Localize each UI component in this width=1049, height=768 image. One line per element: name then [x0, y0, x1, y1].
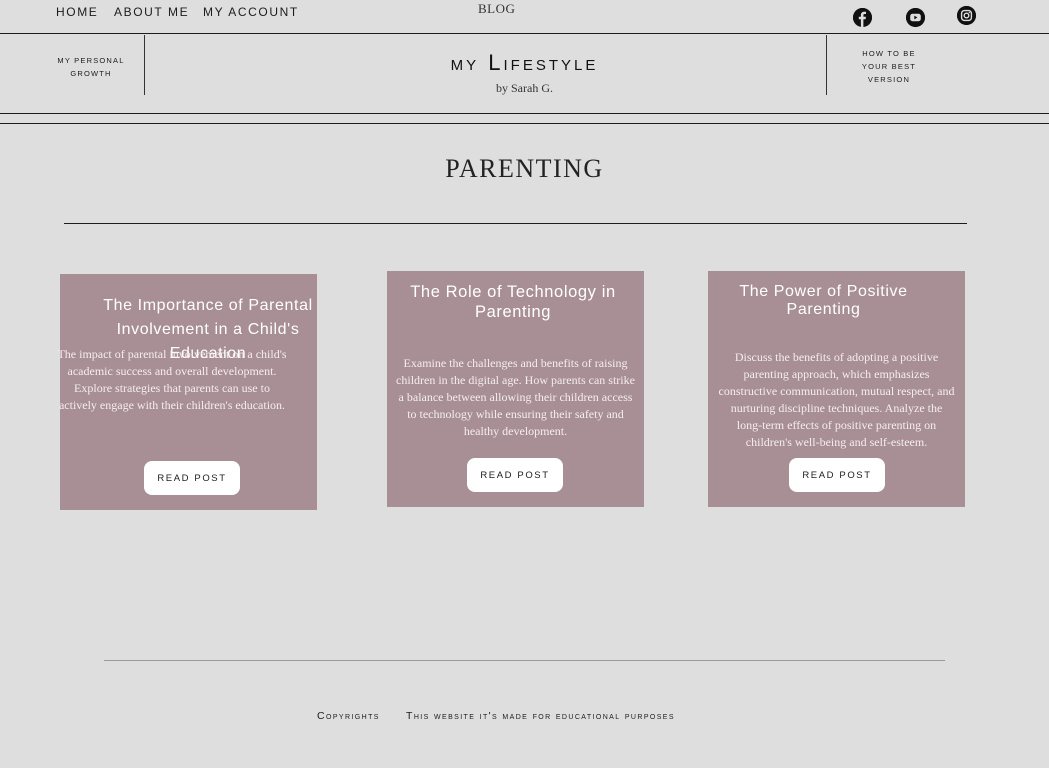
- site-title: my Lifestyle: [450, 50, 599, 75]
- post-card-3-description: Discuss the benefits of adopting a posit…: [718, 350, 955, 449]
- site-subtitle: by Sarah G.: [496, 81, 553, 95]
- footer-divider: [104, 660, 945, 661]
- read-post-button-3[interactable]: READ POST: [789, 458, 885, 492]
- post-card-1: The Importance of Parental Involvement i…: [57, 274, 317, 510]
- youtube-icon[interactable]: [906, 8, 925, 27]
- facebook-icon[interactable]: [853, 8, 872, 27]
- nav-blog-link[interactable]: BLOG: [478, 1, 515, 17]
- read-post-button-2[interactable]: READ POST: [467, 458, 563, 492]
- footer-copyright: Copyrights: [317, 710, 380, 722]
- read-post-button-1[interactable]: READ POST: [144, 461, 240, 495]
- header-bottom-divider-2: [0, 123, 1049, 124]
- section-title: PARENTING: [445, 154, 604, 183]
- header-bottom-divider: [0, 113, 1049, 114]
- post-card-2: The Role of Technology in Parenting Exam…: [387, 271, 644, 507]
- post-card-1-description: The impact of parental involvement on a …: [57, 347, 287, 412]
- nav-about-link[interactable]: ABOUT ME: [114, 5, 189, 19]
- instagram-icon[interactable]: [957, 6, 976, 25]
- nav-account-link[interactable]: MY ACCOUNT: [203, 5, 299, 19]
- post-card-3-title[interactable]: The Power of Positive Parenting: [728, 283, 919, 319]
- post-card-2-description: Examine the challenges and benefits of r…: [396, 356, 635, 438]
- post-card-3: The Power of Positive Parenting Discuss …: [708, 271, 965, 507]
- footer-note: This website it's made for educational p…: [406, 710, 675, 722]
- section-divider: [64, 223, 967, 224]
- header-top-divider: [0, 33, 1049, 34]
- post-card-2-title[interactable]: The Role of Technology in Parenting: [407, 282, 619, 322]
- nav-home-link[interactable]: HOME: [56, 5, 98, 19]
